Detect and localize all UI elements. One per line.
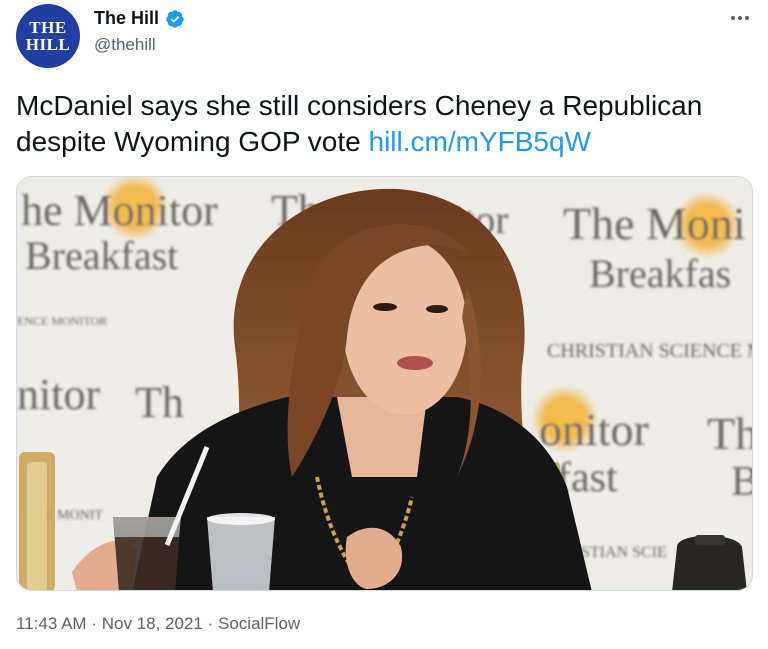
verified-badge-icon [166,9,184,28]
more-dot [731,16,735,20]
photo-illustration: he Monitor Breakfast Th itor The Moni Br… [17,177,753,590]
meta-separator: · [207,614,214,633]
backdrop-text: Breakfas [589,251,731,296]
backdrop-text: nitor [17,370,100,419]
backdrop-text: ENCE MONITOR [17,314,107,328]
tweet-text-body: McDaniel says she still considers Cheney… [16,90,703,157]
tweet-link[interactable]: hill.cm/mYFB5qW [369,126,591,157]
backdrop-text: Th [135,378,184,427]
author-name-row: The Hill [94,8,185,29]
tweet-card: THE HILL The Hill @thehill McDaniel says… [0,0,768,649]
pitcher [672,535,747,590]
meta-separator: · [91,614,97,633]
backdrop-text: Breakfast [25,233,178,278]
backdrop-text: The Moni [563,198,746,249]
more-dot [745,16,749,20]
backdrop-text: B [731,459,753,505]
backdrop-text: he Monitor [21,186,218,235]
more-dot [738,16,742,20]
backdrop-text: onitor [539,404,649,455]
author-info: The Hill @thehill [94,8,185,55]
tweet-meta: 11:43 AM · Nov 18, 2021 · SocialFlow [16,614,300,634]
avatar-text-line2: HILL [25,35,71,54]
author-handle[interactable]: @thehill [94,35,185,55]
backdrop-text: CHRISTIAN SCIENCE M [547,340,753,362]
more-options-icon[interactable] [724,6,756,30]
tweet-image[interactable]: he Monitor Breakfast Th itor The Moni Br… [16,176,753,591]
tweet-text: McDaniel says she still considers Cheney… [16,88,756,160]
avatar[interactable]: THE HILL [16,4,80,68]
author-name[interactable]: The Hill [94,8,159,29]
tweet-source[interactable]: SocialFlow [218,614,300,633]
avatar-text-line1: THE [29,18,67,37]
tweet-date[interactable]: Nov 18, 2021 [102,614,203,633]
backdrop-text: Th [707,408,753,459]
tweet-time[interactable]: 11:43 AM [16,614,87,633]
